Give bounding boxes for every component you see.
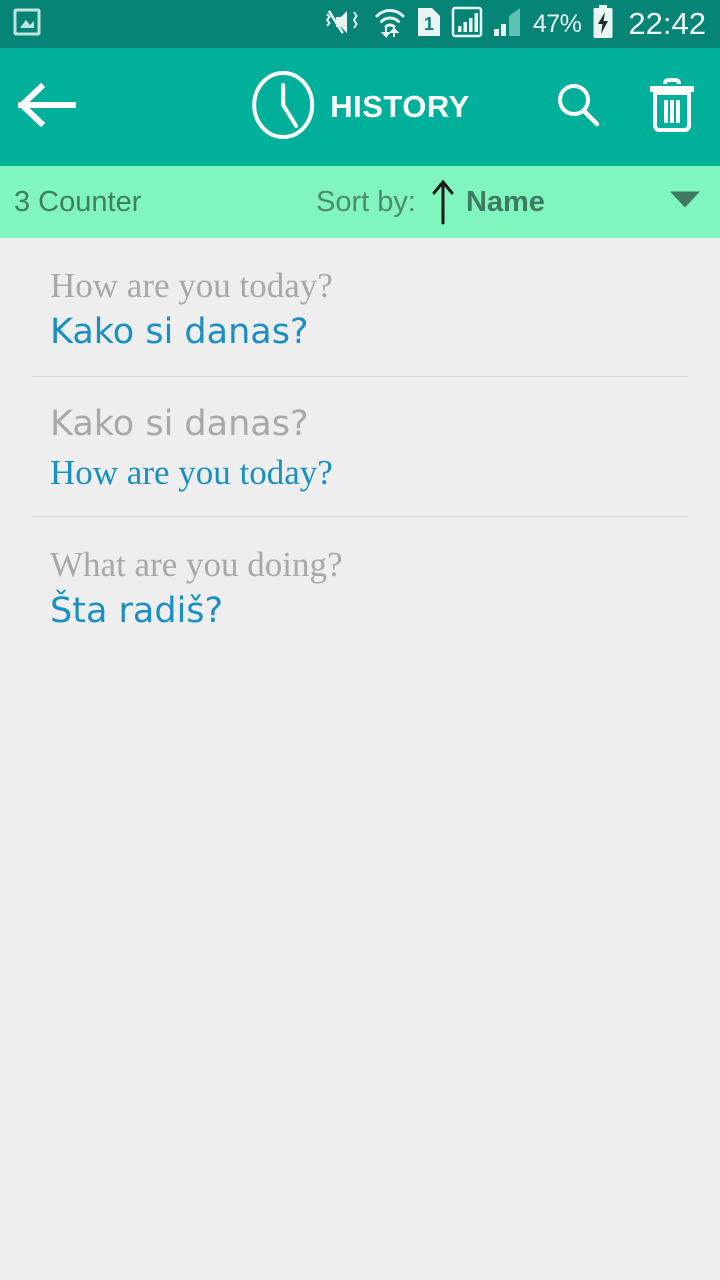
back-button[interactable] — [0, 48, 96, 166]
history-target-text: How are you today? — [50, 452, 333, 492]
sort-bar: 3 Counter Sort by: Name — [0, 166, 720, 238]
status-bar-left — [12, 6, 42, 43]
status-bar-right: 1 47% 22:42 — [324, 4, 706, 45]
clock-icon — [250, 69, 316, 146]
history-list-item[interactable]: Kako si danas? How are you today? — [0, 377, 720, 515]
gallery-image-icon — [12, 6, 42, 43]
search-icon — [552, 79, 604, 136]
back-arrow-icon — [15, 82, 81, 132]
battery-percent-label: 47% — [532, 9, 582, 38]
status-bar-clock: 22:42 — [628, 6, 706, 41]
page-title: HISTORY — [330, 89, 470, 124]
trash-icon — [646, 76, 698, 139]
wifi-transfer-icon — [373, 5, 407, 44]
signal-bars-icon — [492, 5, 524, 44]
history-source-text: Kako si danas? — [50, 404, 309, 445]
history-source-text: How are you today? — [50, 266, 333, 305]
counter-label: 3 Counter — [14, 185, 142, 218]
sim-label: 1 — [424, 14, 434, 34]
status-bar: 1 47% 22:42 — [0, 0, 720, 48]
action-bar-title-group: HISTORY — [250, 48, 470, 166]
vibrate-mute-icon — [324, 5, 364, 44]
chevron-down-icon[interactable] — [668, 189, 702, 216]
history-list-item[interactable]: How are you today? Kako si danas? — [0, 238, 720, 376]
search-button[interactable] — [552, 79, 604, 136]
history-target-text: Kako si danas? — [50, 312, 309, 353]
action-bar-actions — [552, 76, 720, 139]
sim-one-icon: 1 — [416, 5, 442, 44]
history-list-item[interactable]: What are you doing? Šta radiš? — [0, 517, 720, 655]
history-target-text: Šta radiš? — [50, 590, 224, 631]
sort-ascending-arrow-icon[interactable] — [430, 177, 456, 227]
action-bar: HISTORY — [0, 48, 720, 166]
battery-charging-icon — [591, 4, 615, 45]
history-source-text: What are you doing? — [50, 544, 343, 584]
sort-control-group[interactable]: Sort by: Name — [316, 166, 545, 238]
sort-by-label: Sort by: — [316, 185, 416, 218]
history-list: How are you today? Kako si danas? Kako s… — [0, 238, 720, 656]
sort-value-label[interactable]: Name — [466, 186, 545, 219]
delete-history-button[interactable] — [646, 76, 698, 139]
signal-boxed-icon — [451, 5, 483, 44]
